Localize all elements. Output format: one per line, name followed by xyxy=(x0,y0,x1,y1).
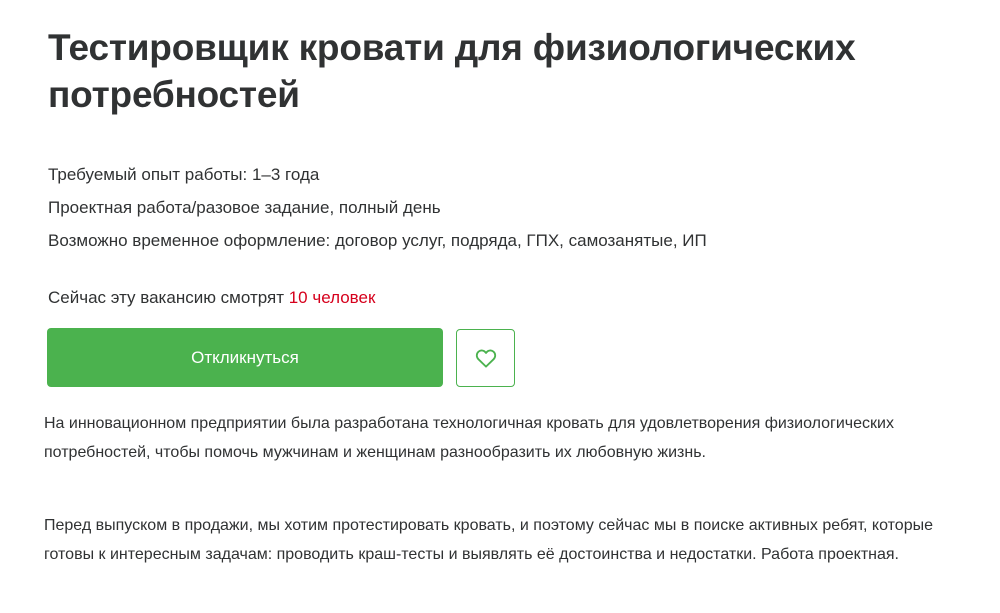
employment-type-text: Проектная работа/разовое задание, полный… xyxy=(48,198,441,217)
apply-button[interactable]: Откликнуться xyxy=(47,328,443,387)
viewers-count: 10 человек xyxy=(288,288,376,307)
experience-text: Требуемый опыт работы: 1–3 года xyxy=(48,165,320,184)
viewers-notice: Сейчас эту вакансию смотрят 10 человек xyxy=(48,286,375,310)
vacancy-page: Тестировщик кровати для физиологических … xyxy=(0,0,1000,613)
description-paragraph: Перед выпуском в продажи, мы хотим проте… xyxy=(44,517,933,563)
favorite-button[interactable] xyxy=(456,329,515,387)
vacancy-meta: Требуемый опыт работы: 1–3 года Проектна… xyxy=(48,158,707,257)
viewers-notice-label: Сейчас эту вакансию смотрят xyxy=(48,288,289,307)
description-paragraph: На инновационном предприятии была разраб… xyxy=(44,415,894,461)
registration-options-text: Возможно временное оформление: договор у… xyxy=(48,231,707,250)
heart-icon xyxy=(475,349,496,368)
vacancy-title: Тестировщик кровати для физиологических … xyxy=(48,27,856,115)
